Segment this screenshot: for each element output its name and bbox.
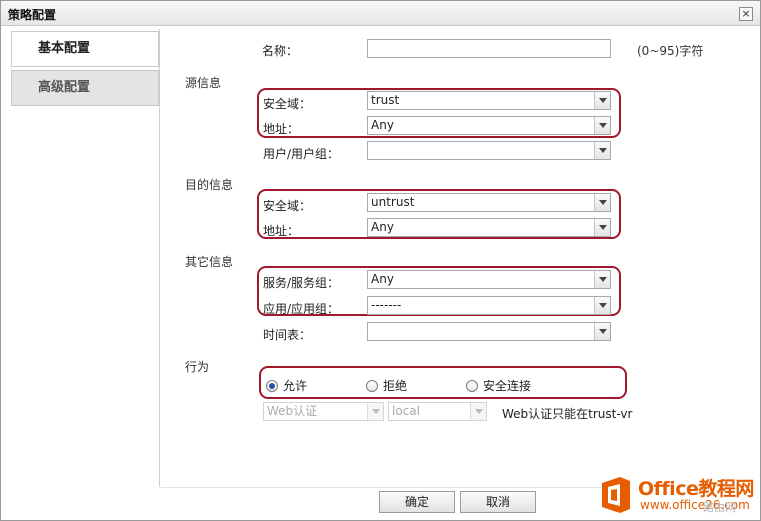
auth-scope-select[interactable]: local xyxy=(388,402,487,421)
destination-address-value: Any xyxy=(371,220,394,234)
destination-zone-select[interactable]: untrust xyxy=(367,193,611,212)
divider xyxy=(161,487,601,488)
destination-zone-value: untrust xyxy=(371,195,415,209)
source-zone-value: trust xyxy=(371,93,400,107)
radio-checked-icon[interactable] xyxy=(266,379,278,392)
service-select[interactable]: Any xyxy=(367,270,611,289)
auth-scope-value: local xyxy=(392,404,420,418)
destination-address-label: 地址： xyxy=(263,224,300,238)
action-header: 行为 xyxy=(185,360,210,374)
title-bar: 策略配置 × xyxy=(1,1,760,26)
name-label: 名称： xyxy=(262,44,299,58)
chevron-down-icon[interactable] xyxy=(594,194,610,211)
action-highlight-box xyxy=(259,366,627,399)
source-address-label: 地址： xyxy=(263,122,300,136)
app-label: 应用/应用组： xyxy=(263,302,340,316)
destination-zone-label: 安全域： xyxy=(263,199,312,213)
service-value: Any xyxy=(371,272,394,286)
radio-deny-label: 拒绝 xyxy=(383,379,408,393)
office-logo-icon xyxy=(602,477,630,513)
chevron-down-icon[interactable] xyxy=(594,142,610,159)
service-label: 服务/服务组： xyxy=(263,276,340,290)
brand-name: Office教程网 xyxy=(638,478,754,500)
policy-config-dialog: 策略配置 × 基本配置 高级配置 名称： (0~95)字符 源信息 安全域： t… xyxy=(0,0,761,521)
close-icon[interactable]: × xyxy=(739,7,753,21)
watermark: 路由网 xyxy=(703,501,736,514)
web-auth-value: Web认证 xyxy=(267,404,318,418)
radio-secure-connection[interactable]: 安全连接 xyxy=(466,377,531,394)
name-length-hint: (0~95)字符 xyxy=(637,44,704,58)
chevron-down-icon[interactable] xyxy=(594,323,610,340)
chevron-down-icon[interactable] xyxy=(594,219,610,236)
cancel-button[interactable]: 取消 xyxy=(460,491,536,513)
source-user-label: 用户/用户组： xyxy=(263,147,340,161)
chevron-down-icon[interactable] xyxy=(594,117,610,134)
tab-basic-config[interactable]: 基本配置 xyxy=(11,31,159,67)
web-auth-select[interactable]: Web认证 xyxy=(263,402,384,421)
radio-unchecked-icon[interactable] xyxy=(366,379,378,392)
source-address-select[interactable]: Any xyxy=(367,116,611,135)
destination-info-header: 目的信息 xyxy=(185,178,234,192)
source-zone-label: 安全域： xyxy=(263,97,312,111)
source-zone-select[interactable]: trust xyxy=(367,91,611,110)
source-address-value: Any xyxy=(371,118,394,132)
source-info-header: 源信息 xyxy=(185,76,222,90)
web-auth-note: Web认证只能在trust-vr xyxy=(502,407,633,421)
chevron-down-icon[interactable] xyxy=(594,92,610,109)
other-info-header: 其它信息 xyxy=(185,255,234,269)
app-value: ------- xyxy=(371,298,402,312)
tab-advanced-config[interactable]: 高级配置 xyxy=(11,70,159,106)
chevron-down-icon[interactable] xyxy=(594,271,610,288)
destination-address-select[interactable]: Any xyxy=(367,218,611,237)
ok-button[interactable]: 确定 xyxy=(379,491,455,513)
chevron-down-icon[interactable] xyxy=(470,403,486,420)
chevron-down-icon[interactable] xyxy=(594,297,610,314)
radio-allow[interactable]: 允许 xyxy=(266,377,307,394)
sidebar: 基本配置 高级配置 xyxy=(9,29,160,487)
app-select[interactable]: ------- xyxy=(367,296,611,315)
source-user-select[interactable] xyxy=(367,141,611,160)
radio-deny[interactable]: 拒绝 xyxy=(366,377,407,394)
name-input[interactable] xyxy=(367,39,611,58)
chevron-down-icon[interactable] xyxy=(367,403,383,420)
radio-allow-label: 允许 xyxy=(283,379,308,393)
schedule-label: 时间表： xyxy=(263,328,312,342)
radio-secure-connection-label: 安全连接 xyxy=(483,379,532,393)
schedule-select[interactable] xyxy=(367,322,611,341)
radio-unchecked-icon[interactable] xyxy=(466,379,478,392)
dialog-title: 策略配置 xyxy=(8,8,57,22)
